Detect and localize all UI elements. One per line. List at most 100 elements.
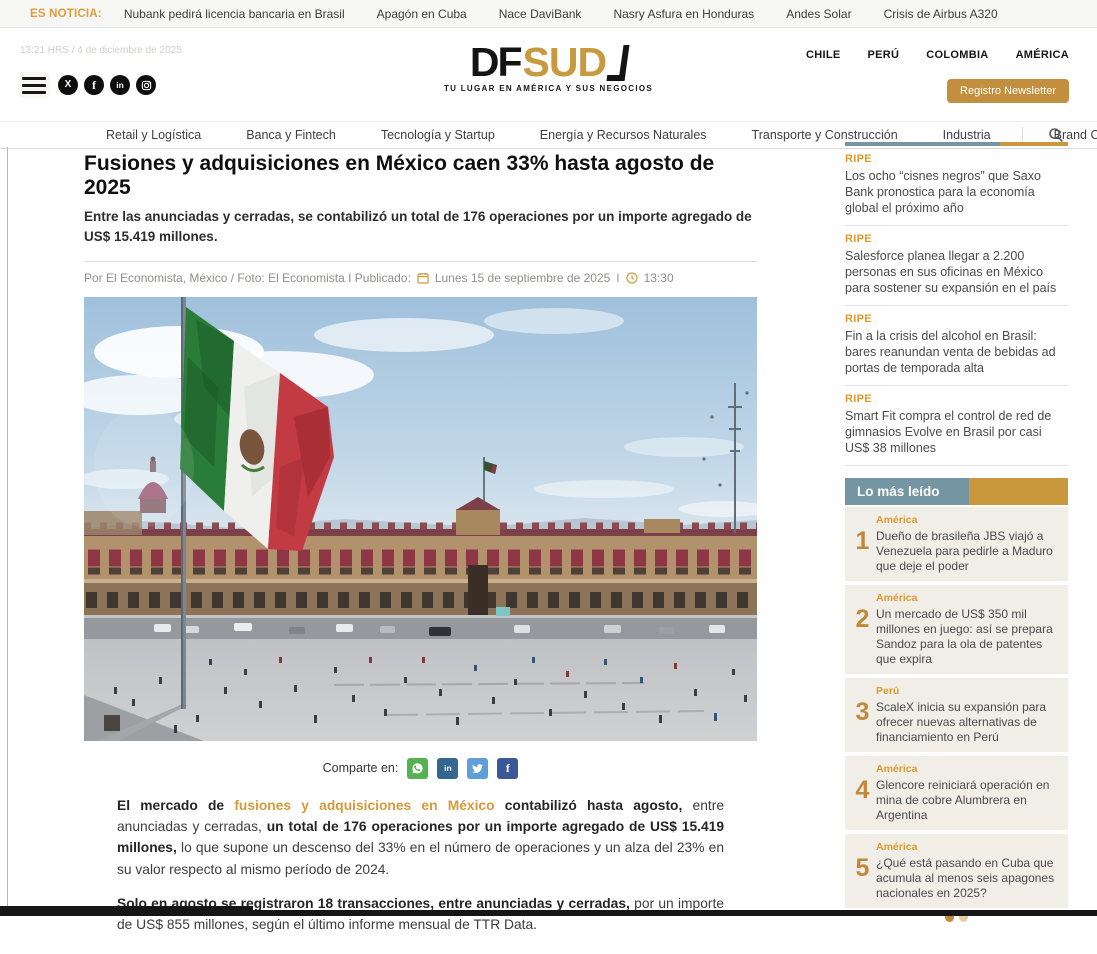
most-read-title-text: Dueño de brasileña JBS viajó a Venezuela… bbox=[876, 529, 1058, 574]
ripe-category-tag: RIPE bbox=[845, 233, 1068, 245]
page-left-border bbox=[7, 147, 8, 907]
published-date: Lunes 15 de septiembre de 2025 bbox=[435, 271, 610, 285]
most-read-rank: 2 bbox=[849, 592, 876, 667]
whatsapp-icon[interactable] bbox=[407, 758, 428, 779]
ticker-headline-link[interactable]: Andes Solar bbox=[786, 7, 851, 21]
most-read-title-text: Un mercado de US$ 350 mil millones en ju… bbox=[876, 607, 1058, 667]
edition-link-perú[interactable]: PERÚ bbox=[868, 49, 900, 61]
logo-sud: SUD bbox=[523, 44, 607, 81]
text-segment: contabilizó hasta agosto, bbox=[495, 798, 693, 813]
byline-text: Por El Economista, México / Foto: El Eco… bbox=[84, 271, 411, 285]
most-read-rank: 4 bbox=[849, 763, 876, 823]
most-read-item[interactable]: 1AméricaDueño de brasileña JBS viajó a V… bbox=[845, 507, 1068, 581]
article-paragraph: Por sectores, el ámbito de la industria … bbox=[117, 949, 724, 954]
most-read-text: AméricaGlencore reiniciará operación en … bbox=[876, 763, 1058, 823]
nav-items: Retail y Logística Banca y Fintech Tecnolo… bbox=[106, 127, 1097, 143]
share-bar: Comparte en: in f bbox=[84, 758, 757, 779]
breaking-news-label: ES NOTICIA: bbox=[30, 8, 102, 20]
edition-link-colombia[interactable]: COLOMBIA bbox=[926, 49, 988, 61]
bottom-bar-left bbox=[0, 906, 253, 916]
ticker-headline-link[interactable]: Crisis de Airbus A320 bbox=[884, 7, 998, 21]
sidebar-top-accent bbox=[845, 142, 1068, 146]
facebook-icon[interactable]: f bbox=[497, 758, 518, 779]
most-read-widget: Lo más leído 1AméricaDueño de brasileña … bbox=[845, 478, 1068, 922]
edition-link-chile[interactable]: CHILE bbox=[806, 49, 841, 61]
nav-divider bbox=[1022, 127, 1023, 143]
most-read-title-text: ScaleX inicia su expansión para ofrecer … bbox=[876, 700, 1058, 745]
nav-item-transporte-y-construcci-n[interactable]: Transporte y Construcción bbox=[752, 128, 898, 142]
most-read-text: América ¿Qué está pasando en Cuba que acu… bbox=[876, 841, 1058, 901]
site-header: 13:21 HRS / 4 de diciembre de 2025 Xfin … bbox=[0, 28, 1097, 121]
ticker-headline-link[interactable]: Nace DaviBank bbox=[499, 7, 582, 21]
most-read-title-text: ¿Qué está pasando en Cuba que acumula al… bbox=[876, 856, 1058, 901]
most-read-header-accent bbox=[969, 478, 1068, 505]
ripe-news-title: Los ocho “cisnes negros” que Saxo Bank p… bbox=[845, 168, 1068, 216]
nav-item-retail-y-log-stica[interactable]: Retail y Logística bbox=[106, 128, 201, 142]
most-read-rank: 1 bbox=[849, 514, 876, 574]
text-segment: El mercado de bbox=[117, 798, 234, 813]
most-read-category-tag: Perú bbox=[876, 685, 1058, 697]
text-segment: Por sectores, el ámbito de la bbox=[117, 952, 316, 954]
search-button[interactable] bbox=[1048, 127, 1064, 143]
edition-link-américa[interactable]: AMÉRICA bbox=[1016, 49, 1069, 61]
most-read-text: América Un mercado de US$ 350 mil millone… bbox=[876, 592, 1058, 667]
byline-separator: I bbox=[616, 271, 619, 285]
most-read-title-text: Glencore reiniciará operación en mina de… bbox=[876, 778, 1058, 823]
calendar-icon bbox=[417, 272, 429, 284]
published-time: 13:30 bbox=[644, 271, 674, 285]
most-read-category-tag: América bbox=[876, 592, 1058, 604]
most-read-list: 1AméricaDueño de brasileña JBS viajó a V… bbox=[845, 507, 1068, 908]
breaking-news-items: Nubank pedirá licencia bancaria en Brasi… bbox=[124, 7, 998, 21]
most-read-rank: 3 bbox=[849, 685, 876, 745]
article-subtitle: Entre las anunciadas y cerradas, se cont… bbox=[84, 207, 757, 248]
text-segment: industria específica de software bbox=[316, 952, 535, 954]
ripe-news-title: Salesforce planea llegar a 2.200 persona… bbox=[845, 248, 1068, 296]
inline-article-link[interactable]: fusiones y adquisiciones en México bbox=[234, 798, 494, 813]
ticker-headline-link[interactable]: Nasry Asfura en Honduras bbox=[613, 7, 754, 21]
ripe-news-item[interactable]: RIPE Salesforce planea llegar a 2.200 per… bbox=[845, 226, 1068, 306]
linkedin-icon[interactable]: in bbox=[437, 758, 458, 779]
nav-item-banca-y-fintech[interactable]: Banca y Fintech bbox=[246, 128, 336, 142]
ticker-headline-link[interactable]: Apagón en Cuba bbox=[377, 7, 467, 21]
divider bbox=[84, 261, 757, 262]
text-segment: lo que supone un descenso del 33% en el … bbox=[117, 840, 724, 876]
nav-item-industria[interactable]: Industria bbox=[943, 128, 991, 142]
most-read-item[interactable]: 4AméricaGlencore reiniciará operación en… bbox=[845, 756, 1068, 830]
article-body: El mercado de fusiones y adquisiciones e… bbox=[84, 795, 757, 954]
share-icons: in f bbox=[405, 758, 518, 779]
ripe-news-title: Smart Fit compra el control de red de gi… bbox=[845, 408, 1068, 456]
nav-item-tecnolog-a-y-startup[interactable]: Tecnología y Startup bbox=[381, 128, 495, 142]
twitter-icon[interactable] bbox=[467, 758, 488, 779]
article-title: Fusiones y adquisiciones en México caen … bbox=[84, 152, 757, 199]
ripe-news-title: Fin a la crisis del alcohol en Brasil: b… bbox=[845, 328, 1068, 376]
article-paragraph: El mercado de fusiones y adquisiciones e… bbox=[117, 795, 724, 881]
clock-icon bbox=[626, 272, 638, 284]
most-read-item[interactable]: 2América Un mercado de US$ 350 mil millon… bbox=[845, 585, 1068, 674]
edition-links: CHILE PERÚ COLOMBIA AMÉRICA bbox=[806, 49, 1069, 61]
most-read-category-tag: América bbox=[876, 841, 1058, 853]
share-label: Comparte en: bbox=[323, 761, 399, 775]
ripe-news-item[interactable]: RIPE Smart Fit compra el control de red d… bbox=[845, 386, 1068, 466]
most-read-item[interactable]: 5América¿Qué está pasando en Cuba que ac… bbox=[845, 834, 1068, 908]
logo-tagline: TU LUGAR EN AMÉRICA Y SUS NEGOCIOS bbox=[0, 84, 1097, 93]
logo-df: DF bbox=[470, 44, 521, 81]
ripe-news-list: RIPE Los ocho “cisnes negros” que Saxo Ba… bbox=[845, 146, 1068, 466]
ripe-news-item[interactable]: RIPE Los ocho “cisnes negros” que Saxo Ba… bbox=[845, 146, 1068, 226]
nav-item-energ-a-y-recursos-naturales[interactable]: Energía y Recursos Naturales bbox=[540, 128, 707, 142]
ripe-news-item[interactable]: RIPE Fin a la crisis del alcohol en Brasi… bbox=[845, 306, 1068, 386]
most-read-text: Perú ScaleX inicia su expansión para ofre… bbox=[876, 685, 1058, 745]
ripe-category-tag: RIPE bbox=[845, 313, 1068, 325]
ripe-category-tag: RIPE bbox=[845, 393, 1068, 405]
ripe-category-tag: RIPE bbox=[845, 153, 1068, 165]
logo-bracket bbox=[607, 45, 630, 81]
most-read-title: Lo más leído bbox=[845, 478, 969, 505]
most-read-item[interactable]: 3Perú ScaleX inicia su expansión para ofr… bbox=[845, 678, 1068, 752]
article-column: Fusiones y adquisiciones en México caen … bbox=[84, 148, 757, 954]
sidebar: RIPE Los ocho “cisnes negros” que Saxo Ba… bbox=[845, 142, 1068, 922]
ticker-headline-link[interactable]: Nubank pedirá licencia bancaria en Brasi… bbox=[124, 7, 345, 21]
most-read-header: Lo más leído bbox=[845, 478, 1068, 505]
breaking-news-bar: ES NOTICIA: Nubank pedirá licencia banca… bbox=[0, 0, 1097, 28]
most-read-text: AméricaDueño de brasileña JBS viajó a Ve… bbox=[876, 514, 1058, 574]
newsletter-signup-button[interactable]: Registro Newsletter bbox=[947, 79, 1069, 103]
search-icon bbox=[1048, 127, 1064, 143]
